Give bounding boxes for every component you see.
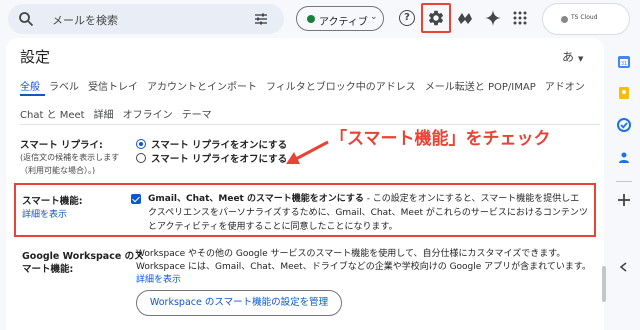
workspace-learn-more-link[interactable]: 詳細を表示 [136, 275, 181, 285]
contacts-icon[interactable] [617, 150, 631, 164]
smart-reply-sub1: (返信文の候補を表示します [20, 153, 120, 162]
workspace-smart-label-line2: マート機能: [22, 264, 74, 275]
tasks-icon[interactable] [617, 118, 631, 132]
status-dot-icon [307, 15, 315, 23]
settings-gear-button[interactable] [421, 3, 451, 33]
status-selector[interactable]: アクティブ ⌄ [296, 6, 384, 31]
search-bar[interactable]: メールを検索 [8, 4, 284, 34]
account-chip[interactable]: TS Cloud [542, 3, 630, 35]
smart-reply-sub2: （利用可能な場合）。) [20, 166, 96, 175]
tab-chat-meet[interactable]: Chat と Meet [20, 106, 85, 121]
workspace-smart-description: Workspace やその他の Google サービスのスマート機能を使用して、… [136, 248, 596, 287]
status-label: アクティブ [319, 17, 368, 28]
tab-general[interactable]: 全般 [20, 78, 40, 93]
tab-inbox[interactable]: 受信トレイ [88, 78, 138, 93]
right-side-panel: 31 [608, 38, 640, 330]
smart-features-checkbox-label[interactable]: Gmail、Chat、Meet のスマート機能をオンにする [148, 194, 364, 204]
search-placeholder: メールを検索 [52, 14, 118, 27]
apps-grid-icon[interactable] [512, 10, 528, 26]
tab-labels[interactable]: ラベル [49, 78, 79, 93]
workspace-apps-icon[interactable] [457, 10, 473, 26]
settings-tabs-row1: 全般 ラベル 受信トレイ アカウントとインポート フィルタとブロック中のアドレス メール転… [20, 78, 594, 93]
smart-features-checkbox[interactable] [131, 194, 141, 204]
smart-features-learn-more-link[interactable]: 詳細を表示 [22, 207, 67, 220]
tab-addons[interactable]: アドオン [545, 78, 585, 93]
smart-reply-off-label[interactable]: スマート リプライをオフにする [151, 151, 287, 165]
page-title: 設定 [20, 48, 51, 66]
settings-tabs-row2: Chat と Meet 詳細 オフライン テーマ [20, 106, 221, 121]
calendar-icon[interactable]: 31 [617, 55, 631, 69]
tab-filters[interactable]: フィルタとブロック中のアドレス [266, 78, 416, 93]
search-options-icon[interactable] [254, 12, 268, 26]
workspace-desc-text: Workspace やその他の Google サービスのスマート機能を使用して、… [136, 249, 592, 272]
gear-icon [428, 10, 444, 26]
tab-accounts-import[interactable]: アカウントとインポート [147, 78, 257, 93]
caret-down-icon: ▼ [578, 55, 584, 63]
smart-reply-label: スマート リプライ: [20, 140, 103, 151]
add-addon-icon[interactable] [617, 193, 631, 207]
workspace-smart-label-line1: Google Workspace のス [22, 251, 144, 262]
smart-reply-on-label[interactable]: スマート リプライをオンにする [151, 137, 287, 151]
annotation-arrow-icon [286, 140, 329, 164]
annotation-callout: 「スマート機能」をチェック [330, 129, 551, 149]
top-bar: メールを検索 アクティブ ⌄ ? TS Cloud [0, 0, 640, 38]
chevron-down-icon: ⌄ [370, 12, 378, 22]
active-tab-indicator [20, 94, 45, 96]
sidebar-divider [616, 181, 632, 182]
help-icon[interactable]: ? [399, 10, 415, 26]
tab-advanced[interactable]: 詳細 [94, 106, 114, 121]
scrollbar-thumb[interactable] [602, 266, 606, 302]
input-tools-button[interactable]: あ ▼ [562, 48, 583, 65]
gemini-sparkle-icon[interactable] [485, 10, 501, 26]
tab-forwarding-pop-imap[interactable]: メール転送と POP/IMAP [425, 78, 536, 93]
account-label: TS Cloud [571, 14, 598, 21]
smart-features-description: Gmail、Chat、Meet のスマート機能をオンにする - この設定をオンに… [148, 192, 588, 234]
svg-text:31: 31 [621, 61, 627, 67]
account-logo-icon [561, 16, 568, 23]
smart-reply-off-radio[interactable] [136, 153, 146, 163]
tab-themes[interactable]: テーマ [182, 106, 212, 121]
search-icon [19, 12, 34, 27]
language-indicator: あ [562, 50, 575, 64]
expand-panel-icon[interactable] [617, 260, 631, 274]
smart-features-label: スマート機能: [22, 196, 83, 207]
tab-offline[interactable]: オフライン [123, 106, 173, 121]
smart-reply-on-radio[interactable] [136, 139, 146, 149]
keep-icon[interactable] [617, 86, 631, 100]
manage-workspace-smart-button[interactable]: Workspace のスマート機能の設定を管理 [136, 290, 342, 316]
